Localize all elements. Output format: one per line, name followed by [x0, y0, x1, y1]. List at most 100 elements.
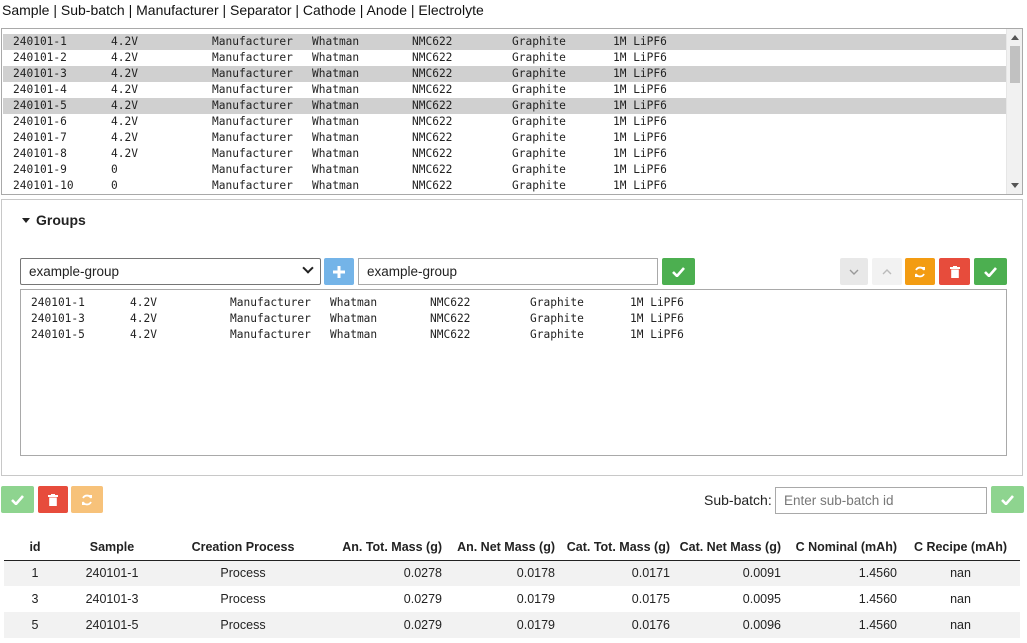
sample-field-v: 4.2V	[111, 131, 138, 144]
sample-list-item[interactable]: 240101-8 4.2V Manufacturer Whatman NMC622 Gra…	[3, 146, 1006, 162]
table-cell: 240101-3	[85, 592, 139, 606]
sample-field-e: 1M LiPF6	[613, 147, 667, 160]
check-icon	[11, 494, 24, 505]
group-select-value: example-group	[29, 264, 120, 279]
sample-field-v: 4.2V	[111, 35, 138, 48]
sample-field-e: 1M LiPF6	[613, 35, 667, 48]
add-group-button[interactable]	[324, 258, 354, 285]
table-header-cell[interactable]: Creation Process	[158, 534, 328, 561]
sample-field-s: Whatman	[312, 115, 360, 128]
sample-field-m: Manufacturer	[212, 51, 293, 64]
refresh-group-button[interactable]	[905, 258, 935, 285]
sample-field-m: Manufacturer	[212, 179, 293, 192]
table-cell: 0.0095	[742, 592, 781, 606]
sample-list-item[interactable]: 240101-1 4.2V Manufacturer Whatman NMC622 Gra…	[3, 34, 1006, 50]
sample-field-m: Manufacturer	[212, 115, 293, 128]
group-member-field-id: 240101-5	[31, 328, 85, 341]
confirm-selection-button[interactable]	[1, 486, 34, 513]
sample-field-v: 0	[111, 163, 118, 176]
group-member-list[interactable]: 240101-1 4.2V Manufacturer Whatman NMC622 Gra…	[20, 289, 1007, 456]
sample-field-s: Whatman	[312, 163, 360, 176]
table-row[interactable]: 5 240101-5 Process 0.0279 0.0179 0.0176 0.0096…	[4, 612, 1020, 638]
table-row[interactable]: 3 240101-3 Process 0.0279 0.0179 0.0175 0.0095…	[4, 586, 1020, 612]
group-member-field-a: Graphite	[530, 312, 584, 325]
table-row[interactable]: 1 240101-1 Process 0.0278 0.0178 0.0171 0.0091…	[4, 560, 1020, 586]
sample-field-id: 240101-3	[13, 67, 67, 80]
delete-selection-button[interactable]	[38, 486, 68, 513]
group-member-rows: 240101-1 4.2V Manufacturer Whatman NMC622 Gra…	[31, 295, 991, 343]
trash-icon	[48, 493, 58, 506]
scrollbar-thumb[interactable]	[1010, 46, 1020, 83]
table-header-cell[interactable]: Sample	[66, 534, 158, 561]
plus-icon	[333, 265, 345, 278]
table-cell: 0.0179	[516, 592, 555, 606]
sample-field-c: NMC622	[412, 99, 453, 112]
sample-list[interactable]: 240101-1 4.2V Manufacturer Whatman NMC622 Gra…	[1, 28, 1023, 195]
sample-list-item[interactable]: 240101-9 0 Manufacturer Whatman NMC622 Graphi…	[3, 162, 1006, 178]
groups-toggle[interactable]: Groups	[22, 212, 86, 228]
table-header-row: id Sample Creation Process An. Tot. Mass (g…	[4, 534, 1020, 561]
sample-field-m: Manufacturer	[212, 83, 293, 96]
group-select[interactable]: example-group	[20, 258, 321, 285]
sample-field-c: NMC622	[412, 131, 453, 144]
group-member-field-s: Whatman	[330, 296, 378, 309]
table-header-cell[interactable]: An. Tot. Mass (g)	[328, 534, 446, 561]
table-header-cell[interactable]: C Recipe (mAh)	[901, 534, 1020, 561]
sample-field-c: NMC622	[412, 67, 453, 80]
subbatch-confirm-button[interactable]	[991, 486, 1024, 513]
table-cell: Process	[220, 566, 266, 581]
table-header-cell[interactable]: C Nominal (mAh)	[785, 534, 901, 561]
table-cell: 0.0278	[403, 566, 442, 581]
subbatch-label: Sub-batch:	[704, 492, 772, 508]
sample-list-item[interactable]: 240101-5 4.2V Manufacturer Whatman NMC622 Gra…	[3, 98, 1006, 114]
sample-field-a: Graphite	[512, 35, 566, 48]
group-name-input[interactable]: example-group	[358, 258, 658, 285]
move-down-button[interactable]	[840, 258, 868, 285]
sample-field-v: 4.2V	[111, 51, 138, 64]
group-member-field-c: NMC622	[430, 328, 471, 341]
sample-list-item[interactable]: 240101-4 4.2V Manufacturer Whatman NMC622 Gra…	[3, 82, 1006, 98]
group-member-field-e: 1M LiPF6	[630, 328, 684, 341]
sample-field-id: 240101-7	[13, 131, 67, 144]
sample-field-s: Whatman	[312, 99, 360, 112]
table-header-cell[interactable]: id	[4, 534, 66, 561]
group-member-field-e: 1M LiPF6	[630, 296, 684, 309]
sample-field-id: 240101-4	[13, 83, 67, 96]
group-member-field-m: Manufacturer	[230, 328, 311, 341]
save-group-button[interactable]	[974, 258, 1007, 285]
sample-list-scrollbar[interactable]	[1006, 29, 1022, 194]
chevron-down-icon	[302, 262, 314, 274]
table-header-cell[interactable]: Cat. Tot. Mass (g)	[559, 534, 674, 561]
move-up-button[interactable]	[872, 258, 902, 285]
sample-list-item[interactable]: 240101-6 4.2V Manufacturer Whatman NMC622 Gra…	[3, 114, 1006, 130]
table-header-cell[interactable]: Cat. Net Mass (g)	[674, 534, 785, 561]
refresh-selection-button[interactable]	[71, 486, 103, 513]
chevron-down-icon	[849, 269, 859, 275]
sample-list-item[interactable]: 240101-10 0 Manufacturer Whatman NMC622 Graph…	[3, 178, 1006, 194]
group-member-field-id: 240101-3	[31, 312, 85, 325]
delete-group-button[interactable]	[939, 258, 970, 285]
rename-group-button[interactable]	[662, 258, 695, 285]
group-member-field-v: 4.2V	[130, 328, 157, 341]
sample-field-s: Whatman	[312, 131, 360, 144]
sample-field-c: NMC622	[412, 115, 453, 128]
sample-field-id: 240101-6	[13, 115, 67, 128]
table-header-cell[interactable]: An. Net Mass (g)	[446, 534, 559, 561]
group-member-field-e: 1M LiPF6	[630, 312, 684, 325]
table-cell: nan	[950, 618, 971, 632]
chevron-up-icon	[882, 268, 892, 274]
table-cell: 1	[31, 566, 39, 581]
refresh-icon	[82, 494, 92, 505]
subbatch-input[interactable]: Enter sub-batch id	[775, 487, 987, 514]
table-cell: 0.0178	[516, 566, 555, 581]
scroll-down-arrow-icon[interactable]	[1011, 183, 1019, 188]
sample-list-item[interactable]: 240101-3 4.2V Manufacturer Whatman NMC622 Gra…	[3, 66, 1006, 82]
group-member-item[interactable]: 240101-3 4.2V Manufacturer Whatman NMC622 Gra…	[31, 311, 991, 327]
group-member-item[interactable]: 240101-5 4.2V Manufacturer Whatman NMC622 Gra…	[31, 327, 991, 343]
sample-list-item[interactable]: 240101-2 4.2V Manufacturer Whatman NMC622 Gra…	[3, 50, 1006, 66]
scroll-up-arrow-icon[interactable]	[1011, 35, 1019, 40]
group-member-item[interactable]: 240101-1 4.2V Manufacturer Whatman NMC622 Gra…	[31, 295, 991, 311]
table-cell: 0.0091	[742, 566, 781, 581]
sample-field-id: 240101-5	[13, 99, 67, 112]
sample-list-item[interactable]: 240101-7 4.2V Manufacturer Whatman NMC622 Gra…	[3, 130, 1006, 146]
